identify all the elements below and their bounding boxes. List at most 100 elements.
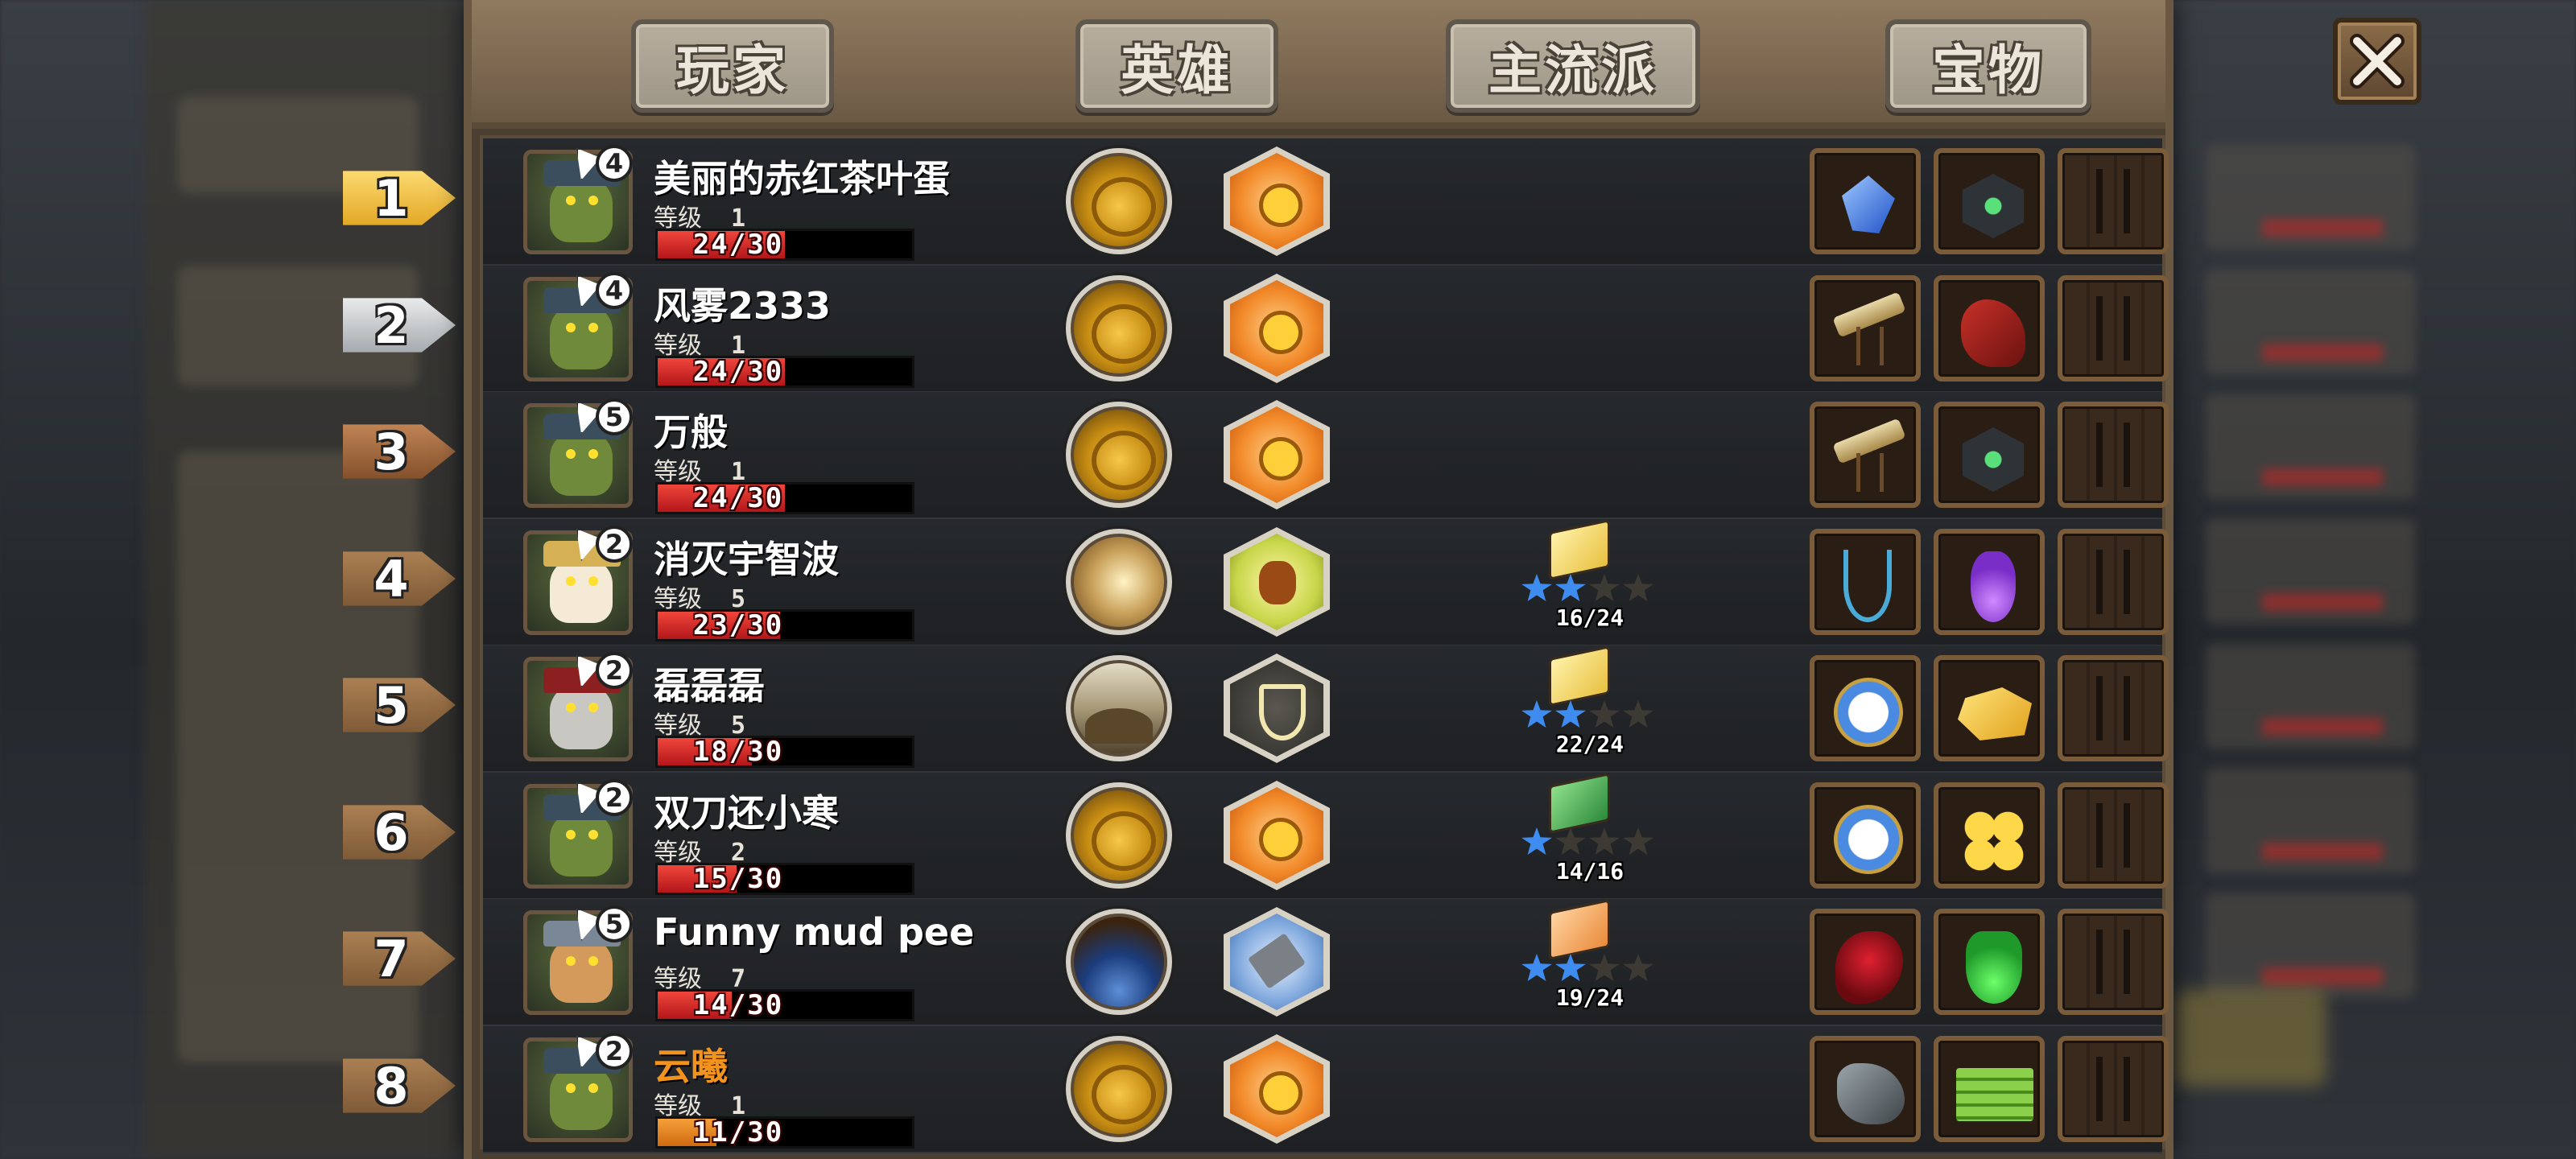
hero-level-number: 2: [596, 779, 633, 816]
item-slot[interactable]: [1810, 655, 1921, 761]
compass-icon: [1834, 805, 1903, 874]
item-slot[interactable]: [1934, 529, 2045, 635]
spellbook-icon[interactable]: [1549, 518, 1610, 581]
player-row[interactable]: 2 磊磊磊 等级 5 18/30 22/24: [483, 645, 2169, 773]
hero-skill-icon[interactable]: [1066, 1036, 1172, 1142]
hero-skill-icon[interactable]: [1066, 275, 1172, 382]
item-slot[interactable]: [1810, 148, 1921, 254]
hero-level-number: 5: [596, 398, 633, 435]
claw-icon: [1837, 1063, 1905, 1124]
player-row[interactable]: 5 Funny mud pee 等级 7 14/30 19/24: [483, 898, 2169, 1026]
trait-emblem: [1230, 1041, 1323, 1137]
item-slot[interactable]: [1934, 275, 2045, 382]
health-text: 18/30: [692, 736, 784, 768]
health-bar: 24/30: [655, 482, 914, 514]
spellbook-icon[interactable]: [1549, 898, 1610, 961]
star-icon: [1623, 954, 1653, 981]
hero-trait-icon[interactable]: [1224, 654, 1330, 763]
item-slot[interactable]: [1934, 909, 2045, 1015]
health-text: 23/30: [692, 609, 784, 641]
tripod-icon: [1856, 453, 1884, 492]
player-row[interactable]: 2 消灭宇智波 等级 5 23/30 16/24: [483, 518, 2169, 646]
health-bar: 18/30: [655, 736, 914, 768]
item-slot[interactable]: [1934, 148, 2045, 254]
spellbook-progress: 14/16: [1555, 858, 1624, 885]
item-slot[interactable]: [1934, 782, 2045, 889]
hero-skill-icon[interactable]: [1066, 529, 1172, 635]
empty-item-slot[interactable]: [2058, 275, 2169, 382]
player-name: 云曦: [654, 1045, 728, 1088]
hero-level-number: 2: [596, 526, 633, 563]
star-rating: [1521, 954, 1658, 981]
hero-skill-icon[interactable]: [1066, 148, 1172, 254]
health-bar: 11/30: [655, 1116, 914, 1149]
item-slot[interactable]: [1810, 275, 1921, 382]
hero-level-number: 5: [596, 905, 633, 942]
empty-item-slot[interactable]: [2058, 148, 2169, 254]
star-icon: [1521, 827, 1552, 855]
rocket-icon: [1961, 299, 2025, 367]
item-slot[interactable]: [1810, 1036, 1921, 1142]
close-button[interactable]: [2333, 18, 2421, 105]
hero-skill-icon[interactable]: [1066, 402, 1172, 508]
item-slot[interactable]: [1934, 655, 2045, 761]
blood-icon: [1835, 931, 1903, 1004]
hero-trait-icon[interactable]: [1224, 400, 1330, 509]
hero-eye: [566, 449, 576, 459]
item-slot[interactable]: [1810, 529, 1921, 635]
player-name: 风雾2333: [654, 284, 832, 328]
hero-skill-icon[interactable]: [1066, 782, 1172, 889]
hero-skill-icon[interactable]: [1066, 655, 1172, 761]
hero-trait-icon[interactable]: [1224, 1034, 1330, 1144]
hex-gem-icon: [1963, 427, 2024, 492]
player-row[interactable]: 2 云曦 等级 1 11/30: [483, 1026, 2169, 1153]
player-name: 磊磊磊: [654, 664, 765, 707]
spellbook-icon[interactable]: [1549, 645, 1610, 707]
star-icon: [1623, 574, 1653, 601]
clover-icon: [1959, 806, 2029, 876]
player-row[interactable]: 4 风雾2333 等级 1 24/30: [483, 266, 2169, 393]
hero-trait-icon[interactable]: [1224, 907, 1330, 1017]
tab-treasures[interactable]: 宝物: [1885, 19, 2091, 113]
star-rating: [1521, 700, 1658, 728]
hero-eye: [588, 830, 598, 839]
player-row[interactable]: 5 万般 等级 1 24/30: [483, 392, 2169, 519]
spellbook-progress: 22/24: [1555, 731, 1624, 757]
empty-item-slot[interactable]: [2058, 655, 2169, 761]
item-slot[interactable]: [1810, 909, 1921, 1015]
item-slot[interactable]: [1810, 402, 1921, 508]
tab-main-faction[interactable]: 主流派: [1446, 19, 1700, 113]
empty-item-slot[interactable]: [2058, 402, 2169, 508]
hero-eye: [588, 956, 598, 966]
empty-item-slot[interactable]: [2058, 909, 2169, 1015]
hero-eye: [588, 1083, 598, 1093]
item-slot[interactable]: [1934, 402, 2045, 508]
star-icon: [1555, 574, 1586, 601]
empty-item-slot[interactable]: [2058, 782, 2169, 889]
background-right-panel: [2190, 137, 2431, 1038]
hex-gem-icon: [1963, 174, 2024, 238]
player-name: 美丽的赤红茶叶蛋: [654, 157, 950, 200]
hero-level-badge: 2: [576, 779, 634, 824]
anchor-icon: [1843, 550, 1892, 622]
spellbook-icon[interactable]: [1549, 772, 1610, 835]
item-slot[interactable]: [1810, 782, 1921, 889]
hero-trait-icon[interactable]: [1224, 781, 1330, 890]
player-row[interactable]: 4 美丽的赤红茶叶蛋 等级 1 24/30: [483, 138, 2169, 266]
empty-item-slot[interactable]: [2058, 529, 2169, 635]
hero-trait-icon[interactable]: [1224, 527, 1330, 637]
empty-item-slot[interactable]: [2058, 1036, 2169, 1142]
health-text: 24/30: [692, 482, 784, 514]
item-slot[interactable]: [1934, 1036, 2045, 1142]
hero-trait-icon[interactable]: [1224, 274, 1330, 383]
tripod-icon: [1856, 327, 1884, 365]
star-icon: [1521, 574, 1552, 601]
hero-skill-icon[interactable]: [1066, 909, 1172, 1015]
hero-trait-icon[interactable]: [1224, 146, 1330, 256]
player-row[interactable]: 2 双刀还小寒 等级 2 15/30 14/16: [483, 772, 2169, 900]
tab-players[interactable]: 玩家: [631, 19, 834, 113]
tab-heroes[interactable]: 英雄: [1075, 19, 1278, 113]
trait-emblem: [1230, 534, 1323, 630]
trait-emblem: [1230, 406, 1323, 503]
hero-eye: [588, 449, 598, 459]
